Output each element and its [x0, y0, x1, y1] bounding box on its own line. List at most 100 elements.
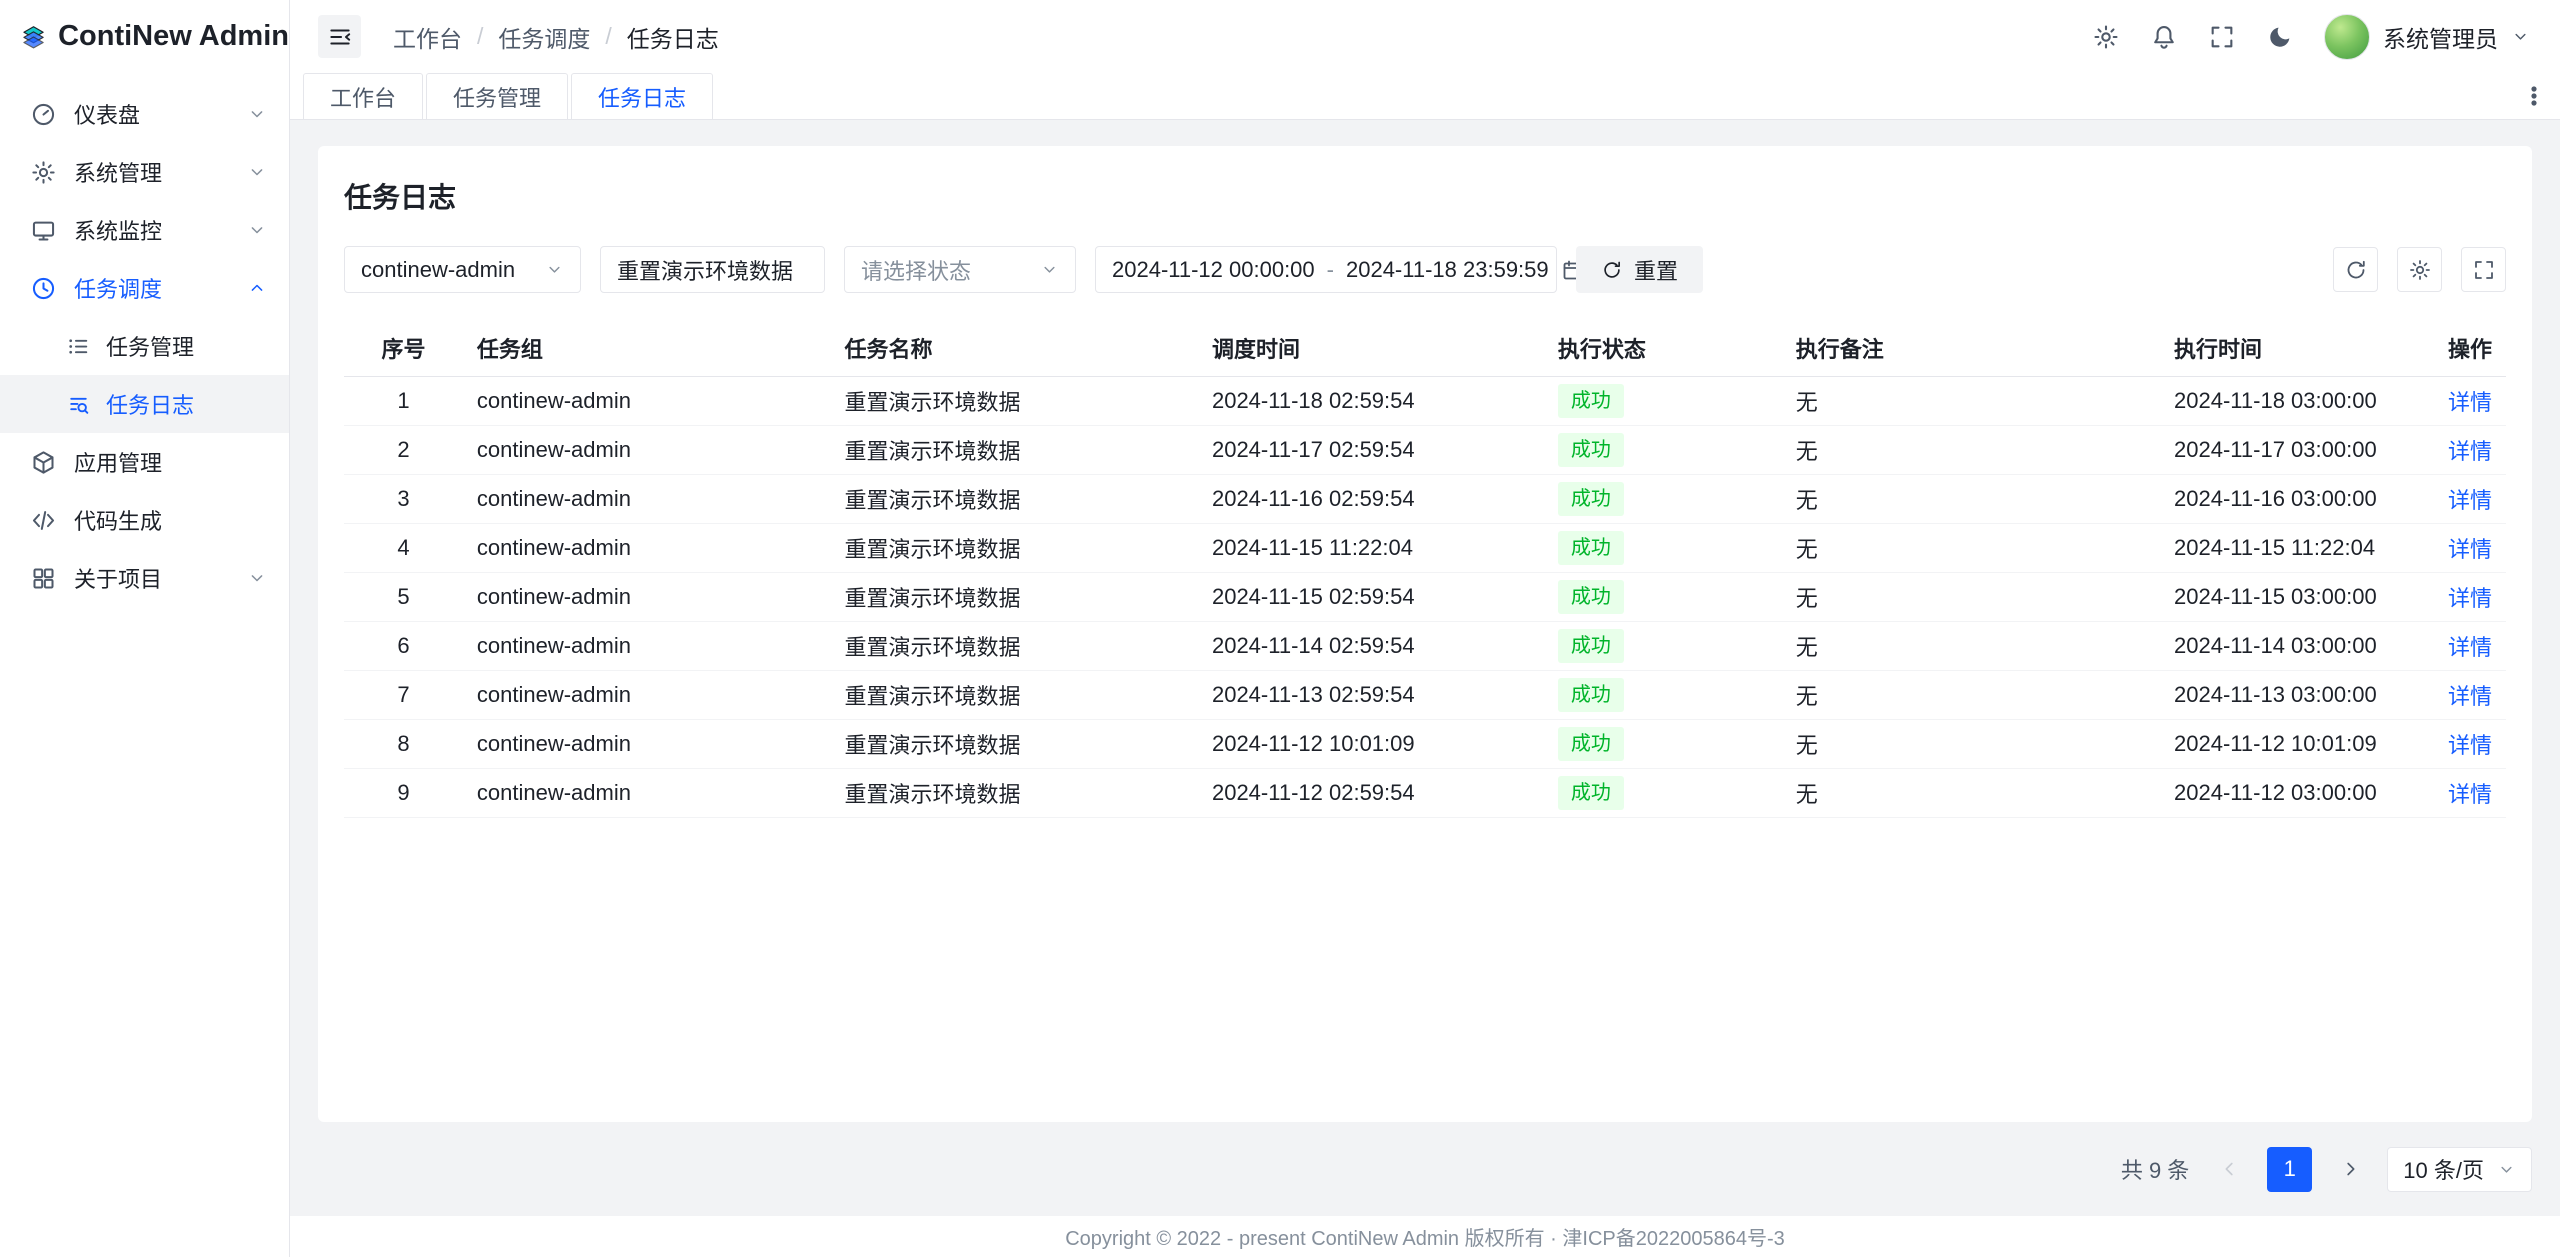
tab-label: 任务管理: [453, 81, 541, 113]
sidebar-item-code-generation[interactable]: 代码生成: [0, 491, 289, 549]
fullscreen-icon[interactable]: [2208, 23, 2236, 51]
cell-exec-time: 2024-11-13 03:00:00: [2160, 670, 2419, 719]
tab-label: 任务日志: [598, 81, 686, 113]
sidebar-item-system-monitor[interactable]: 系统监控: [0, 201, 289, 259]
breadcrumb-item[interactable]: 任务调度: [498, 20, 590, 54]
cell-schedule-time: 2024-11-13 02:59:54: [1198, 670, 1544, 719]
task-name-input[interactable]: [600, 246, 825, 293]
cell-exec-time: 2024-11-16 03:00:00: [2160, 474, 2419, 523]
cell-group: continew-admin: [463, 474, 831, 523]
sidebar-item-dashboard[interactable]: 仪表盘: [0, 85, 289, 143]
cell-exec-time: 2024-11-18 03:00:00: [2160, 376, 2419, 425]
code-icon: [30, 507, 57, 534]
moon-icon[interactable]: [2266, 23, 2294, 51]
cell-index: 1: [344, 376, 463, 425]
column-header: 操作: [2419, 321, 2506, 376]
detail-link[interactable]: 详情: [2448, 733, 2492, 758]
reset-button[interactable]: 重置: [1576, 246, 1703, 293]
menu-label: 仪表盘: [74, 98, 247, 130]
tab-task-log[interactable]: 任务日志: [571, 73, 713, 119]
sidebar-item-system-management[interactable]: 系统管理: [0, 143, 289, 201]
cell-name: 重置演示环境数据: [830, 768, 1198, 817]
logo-icon: [22, 17, 45, 57]
sidebar-item-task-management[interactable]: 任务管理: [0, 317, 289, 375]
breadcrumb-item[interactable]: 工作台: [393, 20, 462, 54]
table-fullscreen-button[interactable]: [2461, 247, 2506, 292]
breadcrumb: 工作台 / 任务调度 / 任务日志: [393, 20, 719, 54]
cell-remark: 无: [1782, 670, 2160, 719]
tab-task-management[interactable]: 任务管理: [426, 73, 568, 119]
detail-link[interactable]: 详情: [2448, 537, 2492, 562]
cell-status: 成功: [1544, 621, 1782, 670]
cell-index: 4: [344, 523, 463, 572]
fullscreen-icon: [2472, 258, 2496, 282]
detail-link[interactable]: 详情: [2448, 439, 2492, 464]
table-row: 7 continew-admin 重置演示环境数据 2024-11-13 02:…: [344, 670, 2506, 719]
cell-group: continew-admin: [463, 621, 831, 670]
cell-action: 详情: [2419, 425, 2506, 474]
settings-icon[interactable]: [2092, 23, 2120, 51]
footer: Copyright © 2022 - present ContiNew Admi…: [290, 1216, 2560, 1257]
detail-link[interactable]: 详情: [2448, 586, 2492, 611]
dashboard-icon: [30, 101, 57, 128]
cell-group: continew-admin: [463, 523, 831, 572]
menu-fold-button[interactable]: [318, 15, 361, 58]
menu-fold-icon: [327, 24, 353, 50]
cell-schedule-time: 2024-11-15 02:59:54: [1198, 572, 1544, 621]
status-badge: 成功: [1558, 482, 1624, 516]
copyright-text: Copyright © 2022 - present ContiNew Admi…: [1065, 1222, 1785, 1251]
date-separator: -: [1327, 257, 1334, 283]
tab-bar: 工作台 任务管理 任务日志: [290, 73, 2560, 120]
logo[interactable]: ContiNew Admin: [0, 0, 289, 73]
detail-link[interactable]: 详情: [2448, 390, 2492, 415]
chevron-down-icon: [247, 162, 267, 182]
chevron-down-icon: [247, 220, 267, 240]
sidebar-item-task-scheduler[interactable]: 任务调度: [0, 259, 289, 317]
task-group-select[interactable]: continew-admin: [344, 246, 581, 293]
gear-icon: [30, 159, 57, 186]
table-settings-button[interactable]: [2397, 247, 2442, 292]
menu-label: 任务调度: [74, 272, 247, 304]
menu-label: 系统管理: [74, 156, 247, 188]
pagination-page-1[interactable]: 1: [2267, 1147, 2312, 1192]
breadcrumb-separator: /: [477, 23, 483, 50]
filter-bar: continew-admin 请选择状态 2024-11-12 00:00:00…: [344, 246, 2506, 293]
date-range-picker[interactable]: 2024-11-12 00:00:00 - 2024-11-18 23:59:5…: [1095, 246, 1557, 293]
user-menu[interactable]: 系统管理员: [2324, 14, 2530, 60]
page-size-select[interactable]: 10 条/页: [2387, 1147, 2532, 1192]
cell-action: 详情: [2419, 621, 2506, 670]
pagination-next-button[interactable]: [2327, 1147, 2372, 1192]
pagination-prev-button[interactable]: [2207, 1147, 2252, 1192]
cell-action: 详情: [2419, 768, 2506, 817]
table-refresh-button[interactable]: [2333, 247, 2378, 292]
detail-link[interactable]: 详情: [2448, 684, 2492, 709]
grid-icon: [30, 565, 57, 592]
cell-remark: 无: [1782, 621, 2160, 670]
detail-link[interactable]: 详情: [2448, 488, 2492, 513]
bell-icon[interactable]: [2150, 23, 2178, 51]
more-vertical-icon[interactable]: [2508, 73, 2560, 119]
detail-link[interactable]: 详情: [2448, 782, 2492, 807]
menu-label: 任务日志: [106, 388, 289, 420]
sidebar-item-task-log[interactable]: 任务日志: [0, 375, 289, 433]
column-header: 执行状态: [1544, 321, 1782, 376]
status-select[interactable]: 请选择状态: [844, 246, 1076, 293]
tab-label: 工作台: [330, 81, 396, 113]
chevron-down-icon: [2497, 1160, 2516, 1179]
app-title: ContiNew Admin: [58, 20, 289, 53]
tab-workbench[interactable]: 工作台: [303, 73, 423, 119]
column-header: 任务名称: [830, 321, 1198, 376]
status-badge: 成功: [1558, 433, 1624, 467]
sidebar-item-app-management[interactable]: 应用管理: [0, 433, 289, 491]
status-badge: 成功: [1558, 384, 1624, 418]
table-row: 3 continew-admin 重置演示环境数据 2024-11-16 02:…: [344, 474, 2506, 523]
cell-name: 重置演示环境数据: [830, 621, 1198, 670]
cell-remark: 无: [1782, 768, 2160, 817]
cell-name: 重置演示环境数据: [830, 719, 1198, 768]
refresh-icon: [2344, 258, 2368, 282]
cell-schedule-time: 2024-11-15 11:22:04: [1198, 523, 1544, 572]
cell-action: 详情: [2419, 670, 2506, 719]
detail-link[interactable]: 详情: [2448, 635, 2492, 660]
chevron-down-icon: [247, 104, 267, 124]
sidebar-item-about-project[interactable]: 关于项目: [0, 549, 289, 607]
